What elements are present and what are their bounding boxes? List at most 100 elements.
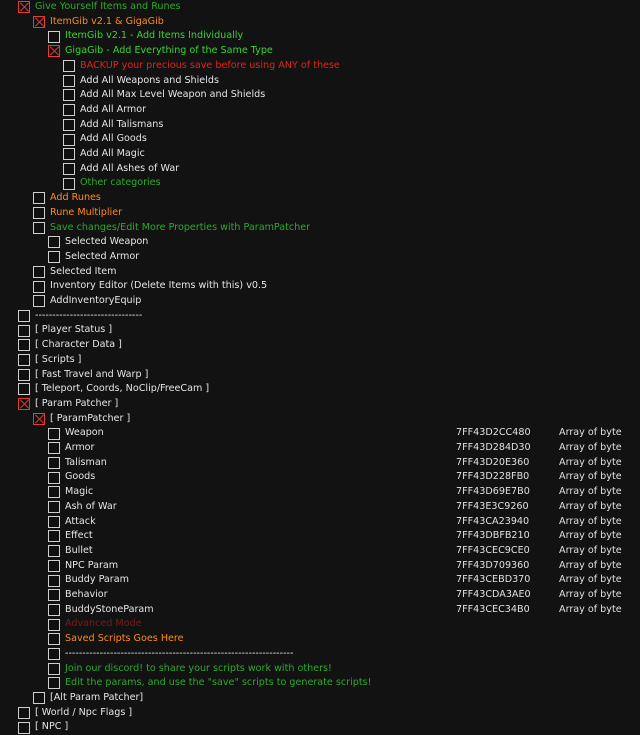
- table-row[interactable]: [ Character Data ]: [0, 338, 640, 353]
- table-row[interactable]: [ Teleport, Coords, NoClip/FreeCam ]: [0, 382, 640, 397]
- table-row[interactable]: Save changes/Edit More Properties with P…: [0, 221, 640, 236]
- row-checkbox[interactable]: [63, 162, 75, 175]
- row-checkbox[interactable]: [48, 427, 60, 440]
- row-checkbox[interactable]: [18, 339, 30, 352]
- row-checkbox[interactable]: [18, 354, 30, 367]
- table-row[interactable]: Attack 7FF43CA23940 Array of byte: [0, 515, 640, 530]
- row-checkbox[interactable]: [18, 324, 30, 337]
- table-row[interactable]: [ Player Status ]: [0, 323, 640, 338]
- table-row[interactable]: Add All Goods: [0, 132, 640, 147]
- table-row[interactable]: Add All Weapons and Shields: [0, 74, 640, 89]
- table-row[interactable]: [ ParamPatcher ]: [0, 412, 640, 427]
- table-row[interactable]: Add All Talismans: [0, 118, 640, 133]
- table-row[interactable]: Selected Weapon: [0, 235, 640, 250]
- table-row[interactable]: Join our discord! to share your scripts …: [0, 662, 640, 677]
- table-row[interactable]: ----------------------------------------…: [0, 647, 640, 662]
- table-row[interactable]: [Alt Param Patcher]: [0, 691, 640, 706]
- table-row[interactable]: Effect 7FF43DBFB210 Array of byte: [0, 529, 640, 544]
- row-checkbox[interactable]: [33, 412, 45, 425]
- row-checkbox[interactable]: [33, 692, 45, 705]
- table-row[interactable]: [ NPC ]: [0, 720, 640, 735]
- row-checkbox[interactable]: [48, 530, 60, 543]
- table-row[interactable]: Armor 7FF43D284D30 Array of byte: [0, 441, 640, 456]
- row-checkbox[interactable]: [48, 236, 60, 249]
- table-row[interactable]: Selected Item: [0, 265, 640, 280]
- table-row[interactable]: [ Fast Travel and Warp ]: [0, 368, 640, 383]
- row-checkbox[interactable]: [48, 515, 60, 528]
- table-row[interactable]: Inventory Editor (Delete Items with this…: [0, 279, 640, 294]
- table-row[interactable]: Add Runes: [0, 191, 640, 206]
- table-row[interactable]: Add All Ashes of War: [0, 162, 640, 177]
- table-row[interactable]: Edit the params, and use the "save" scri…: [0, 676, 640, 691]
- table-row[interactable]: Selected Armor: [0, 250, 640, 265]
- row-checkbox[interactable]: [63, 104, 75, 117]
- row-checkbox[interactable]: [48, 45, 60, 58]
- table-row[interactable]: Add All Magic: [0, 147, 640, 162]
- row-checkbox[interactable]: [18, 309, 30, 322]
- row-checkbox[interactable]: [18, 368, 30, 381]
- row-checkbox[interactable]: [48, 589, 60, 602]
- row-checkbox[interactable]: [63, 118, 75, 131]
- row-checkbox[interactable]: [33, 15, 45, 28]
- row-checkbox[interactable]: [33, 192, 45, 205]
- row-checkbox[interactable]: [48, 251, 60, 264]
- row-checkbox[interactable]: [48, 442, 60, 455]
- table-row[interactable]: Behavior 7FF43CDA3AE0 Array of byte: [0, 588, 640, 603]
- row-checkbox[interactable]: [33, 221, 45, 234]
- table-row[interactable]: BuddyStoneParam 7FF43CEC34B0 Array of byte: [0, 603, 640, 618]
- table-row[interactable]: [ Scripts ]: [0, 353, 640, 368]
- row-checkbox[interactable]: [48, 501, 60, 514]
- row-checkbox[interactable]: [48, 648, 60, 661]
- table-row[interactable]: ItemGib v2.1 - Add Items Individually: [0, 29, 640, 44]
- row-checkbox[interactable]: [63, 148, 75, 161]
- table-row[interactable]: Ash of War 7FF43E3C9260 Array of byte: [0, 500, 640, 515]
- table-row[interactable]: [ World / Npc Flags ]: [0, 706, 640, 721]
- row-checkbox[interactable]: [63, 60, 75, 73]
- row-checkbox[interactable]: [48, 574, 60, 587]
- row-checkbox[interactable]: [48, 618, 60, 631]
- row-checkbox[interactable]: [48, 545, 60, 558]
- table-row[interactable]: Other categories: [0, 176, 640, 191]
- row-checkbox[interactable]: [63, 177, 75, 190]
- row-checkbox[interactable]: [48, 662, 60, 675]
- table-row[interactable]: Add All Armor: [0, 103, 640, 118]
- table-row[interactable]: Buddy Param 7FF43CEBD370 Array of byte: [0, 573, 640, 588]
- table-row[interactable]: NPC Param 7FF43D709360 Array of byte: [0, 559, 640, 574]
- table-row[interactable]: BACKUP your precious save before using A…: [0, 59, 640, 74]
- row-checkbox[interactable]: [48, 471, 60, 484]
- table-row[interactable]: Saved Scripts Goes Here: [0, 632, 640, 647]
- row-checkbox[interactable]: [48, 633, 60, 646]
- row-checkbox[interactable]: [48, 456, 60, 469]
- row-checkbox[interactable]: [48, 603, 60, 616]
- row-checkbox[interactable]: [48, 677, 60, 690]
- table-row[interactable]: -------------------------------: [0, 309, 640, 324]
- row-checkbox[interactable]: [33, 207, 45, 220]
- table-row[interactable]: [ Param Patcher ]: [0, 397, 640, 412]
- table-row[interactable]: ItemGib v2.1 & GigaGib: [0, 15, 640, 30]
- row-checkbox[interactable]: [18, 706, 30, 719]
- table-row[interactable]: Weapon 7FF43D2CC480 Array of byte: [0, 426, 640, 441]
- table-row[interactable]: Rune Multiplier: [0, 206, 640, 221]
- row-checkbox[interactable]: [63, 89, 75, 102]
- row-checkbox[interactable]: [18, 383, 30, 396]
- row-checkbox[interactable]: [63, 74, 75, 87]
- table-row[interactable]: Advanced Mode: [0, 617, 640, 632]
- table-row[interactable]: Goods 7FF43D228FB0 Array of byte: [0, 470, 640, 485]
- row-checkbox[interactable]: [33, 280, 45, 293]
- row-checkbox[interactable]: [48, 559, 60, 572]
- row-checkbox[interactable]: [48, 30, 60, 43]
- row-checkbox[interactable]: [33, 295, 45, 308]
- row-checkbox[interactable]: [18, 721, 30, 734]
- row-checkbox[interactable]: [48, 486, 60, 499]
- row-checkbox[interactable]: [63, 133, 75, 146]
- table-row[interactable]: Bullet 7FF43CEC9CE0 Array of byte: [0, 544, 640, 559]
- table-row[interactable]: Magic 7FF43D69E7B0 Array of byte: [0, 485, 640, 500]
- table-row[interactable]: Talisman 7FF43D20E360 Array of byte: [0, 456, 640, 471]
- row-checkbox[interactable]: [18, 398, 30, 411]
- table-row[interactable]: AddInventoryEquip: [0, 294, 640, 309]
- row-checkbox[interactable]: [18, 1, 30, 14]
- table-row[interactable]: Add All Max Level Weapon and Shields: [0, 88, 640, 103]
- table-row[interactable]: GigaGib - Add Everything of the Same Typ…: [0, 44, 640, 59]
- row-checkbox[interactable]: [33, 265, 45, 278]
- table-row[interactable]: Give Yourself Items and Runes: [0, 0, 640, 15]
